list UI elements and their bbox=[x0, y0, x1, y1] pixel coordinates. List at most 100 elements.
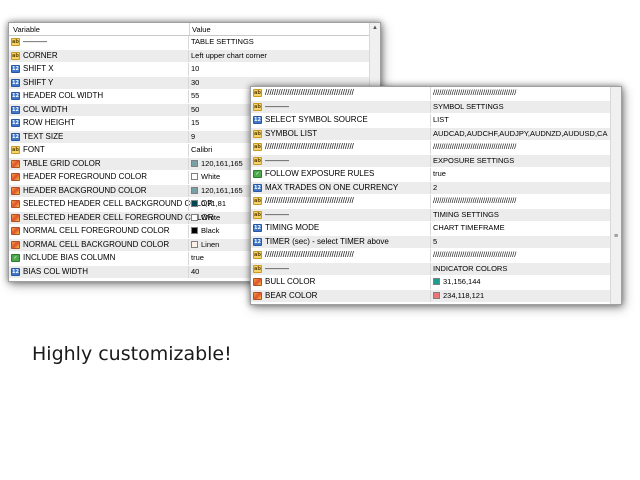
variable-value-text: //////////////////////////////////////// bbox=[433, 250, 517, 259]
variable-value[interactable]: CHART TIMEFRAME bbox=[433, 222, 608, 235]
variable-name: ——— bbox=[265, 101, 289, 111]
table-row[interactable]: BULL COLOR 31,156,144 bbox=[251, 276, 610, 290]
variable-name: FOLLOW EXPOSURE RULES bbox=[265, 169, 375, 178]
variable-value-text: //////////////////////////////////////// bbox=[433, 88, 517, 97]
variable-value[interactable]: 5 bbox=[433, 236, 608, 249]
variable-value-text: 120,161,165 bbox=[201, 158, 243, 168]
variable-name: BEAR COLOR bbox=[265, 290, 318, 300]
boolean-type-icon: ✓ bbox=[253, 170, 262, 178]
color-type-icon bbox=[11, 186, 20, 195]
variable-name: ——— bbox=[23, 37, 47, 46]
variable-name: MAX TRADES ON ONE CURRENCY bbox=[265, 182, 399, 192]
table-row[interactable]: ab ——— EXPOSURE SETTINGS bbox=[251, 154, 610, 168]
variable-value[interactable]: 234,118,121 bbox=[433, 290, 608, 303]
table-row[interactable]: ab ——— TIMING SETTINGS bbox=[251, 208, 610, 222]
color-type-icon bbox=[11, 173, 20, 181]
color-type-icon bbox=[11, 213, 20, 222]
table-row[interactable]: ab//////////////////////////////////////… bbox=[251, 87, 610, 101]
variable-value-text: 5 bbox=[433, 236, 438, 246]
table-row[interactable]: BEAR COLOR 234,118,121 bbox=[251, 289, 610, 303]
variable-value[interactable]: TABLE SETTINGS bbox=[191, 36, 367, 49]
string-type-icon: ab bbox=[253, 156, 262, 165]
variable-name: SELECT SYMBOL SOURCE bbox=[265, 115, 368, 124]
variable-value[interactable]: 31,156,144 bbox=[433, 276, 608, 289]
variable-name: TIMING MODE bbox=[265, 223, 320, 232]
number-type-icon: 12 bbox=[11, 105, 20, 114]
variable-name: SYMBOL LIST bbox=[265, 128, 318, 138]
variable-value[interactable]: INDICATOR COLORS bbox=[433, 263, 608, 276]
variable-value[interactable]: Left upper chart corner bbox=[191, 50, 367, 63]
variable-value-text: 0,71,81 bbox=[201, 199, 227, 208]
variable-value-text: 50 bbox=[191, 104, 200, 114]
variable-value-text: true bbox=[191, 253, 204, 262]
table-row[interactable]: ab SYMBOL LIST AUDCAD,AUDCHF,AUDJPY,AUDNZD… bbox=[251, 127, 610, 141]
variable-value-text: 30 bbox=[191, 77, 200, 87]
number-type-icon: 12 bbox=[11, 92, 20, 100]
color-type-icon bbox=[11, 200, 20, 208]
color-swatch bbox=[191, 159, 198, 167]
variable-name: //////////////////////////////////////// bbox=[265, 88, 354, 97]
string-type-icon: ab bbox=[253, 89, 262, 97]
string-type-icon: ab bbox=[253, 102, 262, 111]
table-header: Variable Value bbox=[9, 23, 380, 36]
string-type-icon: ab bbox=[253, 210, 262, 219]
number-type-icon: 12 bbox=[253, 224, 262, 232]
number-type-icon: 12 bbox=[11, 267, 20, 276]
variable-name: TIMER (sec) - select TIMER above bbox=[265, 236, 389, 246]
scroll-grip-icon[interactable]: ≡ bbox=[613, 233, 619, 240]
variable-value-text: 55 bbox=[191, 91, 200, 100]
color-type-icon bbox=[11, 159, 20, 168]
variable-name: HEADER COL WIDTH bbox=[23, 91, 104, 100]
table-body: ab//////////////////////////////////////… bbox=[251, 87, 621, 303]
variable-value-text: 120,161,165 bbox=[201, 185, 243, 195]
variable-value[interactable]: TIMING SETTINGS bbox=[433, 209, 608, 222]
table-row[interactable]: ab//////////////////////////////////////… bbox=[251, 141, 610, 155]
variable-value[interactable]: EXPOSURE SETTINGS bbox=[433, 155, 608, 168]
color-type-icon bbox=[11, 227, 20, 235]
column-header-variable[interactable]: Variable bbox=[13, 25, 40, 34]
table-row[interactable]: ab//////////////////////////////////////… bbox=[251, 195, 610, 209]
scroll-up-arrow-icon[interactable]: ▲ bbox=[371, 24, 379, 33]
table-row[interactable]: 12 SHIFT X 10 bbox=[9, 63, 369, 77]
variable-name: FONT bbox=[23, 145, 45, 154]
variable-value[interactable]: 2 bbox=[433, 182, 608, 195]
table-row[interactable]: ab CORNER Left upper chart corner bbox=[9, 49, 369, 63]
variable-value-text: TABLE SETTINGS bbox=[191, 37, 254, 46]
variable-value[interactable]: AUDCAD,AUDCHF,AUDJPY,AUDNZD,AUDUSD,CADC.… bbox=[433, 128, 608, 141]
variable-name: ——— bbox=[265, 209, 289, 219]
variable-value[interactable]: //////////////////////////////////////// bbox=[433, 195, 608, 208]
variable-name: //////////////////////////////////////// bbox=[265, 142, 354, 151]
string-type-icon: ab bbox=[11, 38, 20, 46]
variable-name: TEXT SIZE bbox=[23, 131, 64, 141]
number-type-icon: 12 bbox=[253, 237, 262, 246]
variable-value-text: EXPOSURE SETTINGS bbox=[433, 155, 515, 165]
table-row[interactable]: 12 TIMER (sec) - select TIMER above 5 bbox=[251, 235, 610, 249]
variable-name: INCLUDE BIAS COLUMN bbox=[23, 253, 116, 262]
variable-value[interactable]: //////////////////////////////////////// bbox=[433, 249, 608, 262]
string-type-icon: ab bbox=[11, 51, 20, 60]
table-row[interactable]: ab//////////////////////////////////////… bbox=[251, 249, 610, 263]
vertical-scrollbar[interactable]: ≡ bbox=[610, 87, 621, 304]
column-header-value[interactable]: Value bbox=[192, 25, 211, 34]
table-row[interactable]: ✓ FOLLOW EXPOSURE RULES true bbox=[251, 168, 610, 182]
variable-name: BULL COLOR bbox=[265, 277, 316, 286]
variable-value[interactable]: SYMBOL SETTINGS bbox=[433, 101, 608, 114]
table-row[interactable]: ab ——— INDICATOR COLORS bbox=[251, 262, 610, 276]
table-row[interactable]: ab ——— TABLE SETTINGS bbox=[9, 36, 369, 50]
table-row[interactable]: ab ——— SYMBOL SETTINGS bbox=[251, 100, 610, 114]
variable-value[interactable]: //////////////////////////////////////// bbox=[433, 87, 608, 100]
variable-value-text: White bbox=[201, 172, 221, 181]
table-row[interactable]: 12 TIMING MODE CHART TIMEFRAME bbox=[251, 222, 610, 236]
number-type-icon: 12 bbox=[253, 183, 262, 192]
variable-value[interactable]: true bbox=[433, 168, 608, 181]
variable-value[interactable]: 10 bbox=[191, 63, 367, 76]
variable-name: ——— bbox=[265, 263, 289, 273]
table-row[interactable]: 12 SELECT SYMBOL SOURCE LIST bbox=[251, 114, 610, 128]
table-row[interactable]: 12 MAX TRADES ON ONE CURRENCY 2 bbox=[251, 181, 610, 195]
number-type-icon: 12 bbox=[11, 119, 20, 127]
variable-name: HEADER BACKGROUND COLOR bbox=[23, 185, 147, 195]
color-swatch bbox=[191, 213, 198, 221]
variable-value[interactable]: //////////////////////////////////////// bbox=[433, 141, 608, 154]
variable-value[interactable]: LIST bbox=[433, 114, 608, 127]
variable-value-text: 9 bbox=[191, 131, 196, 141]
